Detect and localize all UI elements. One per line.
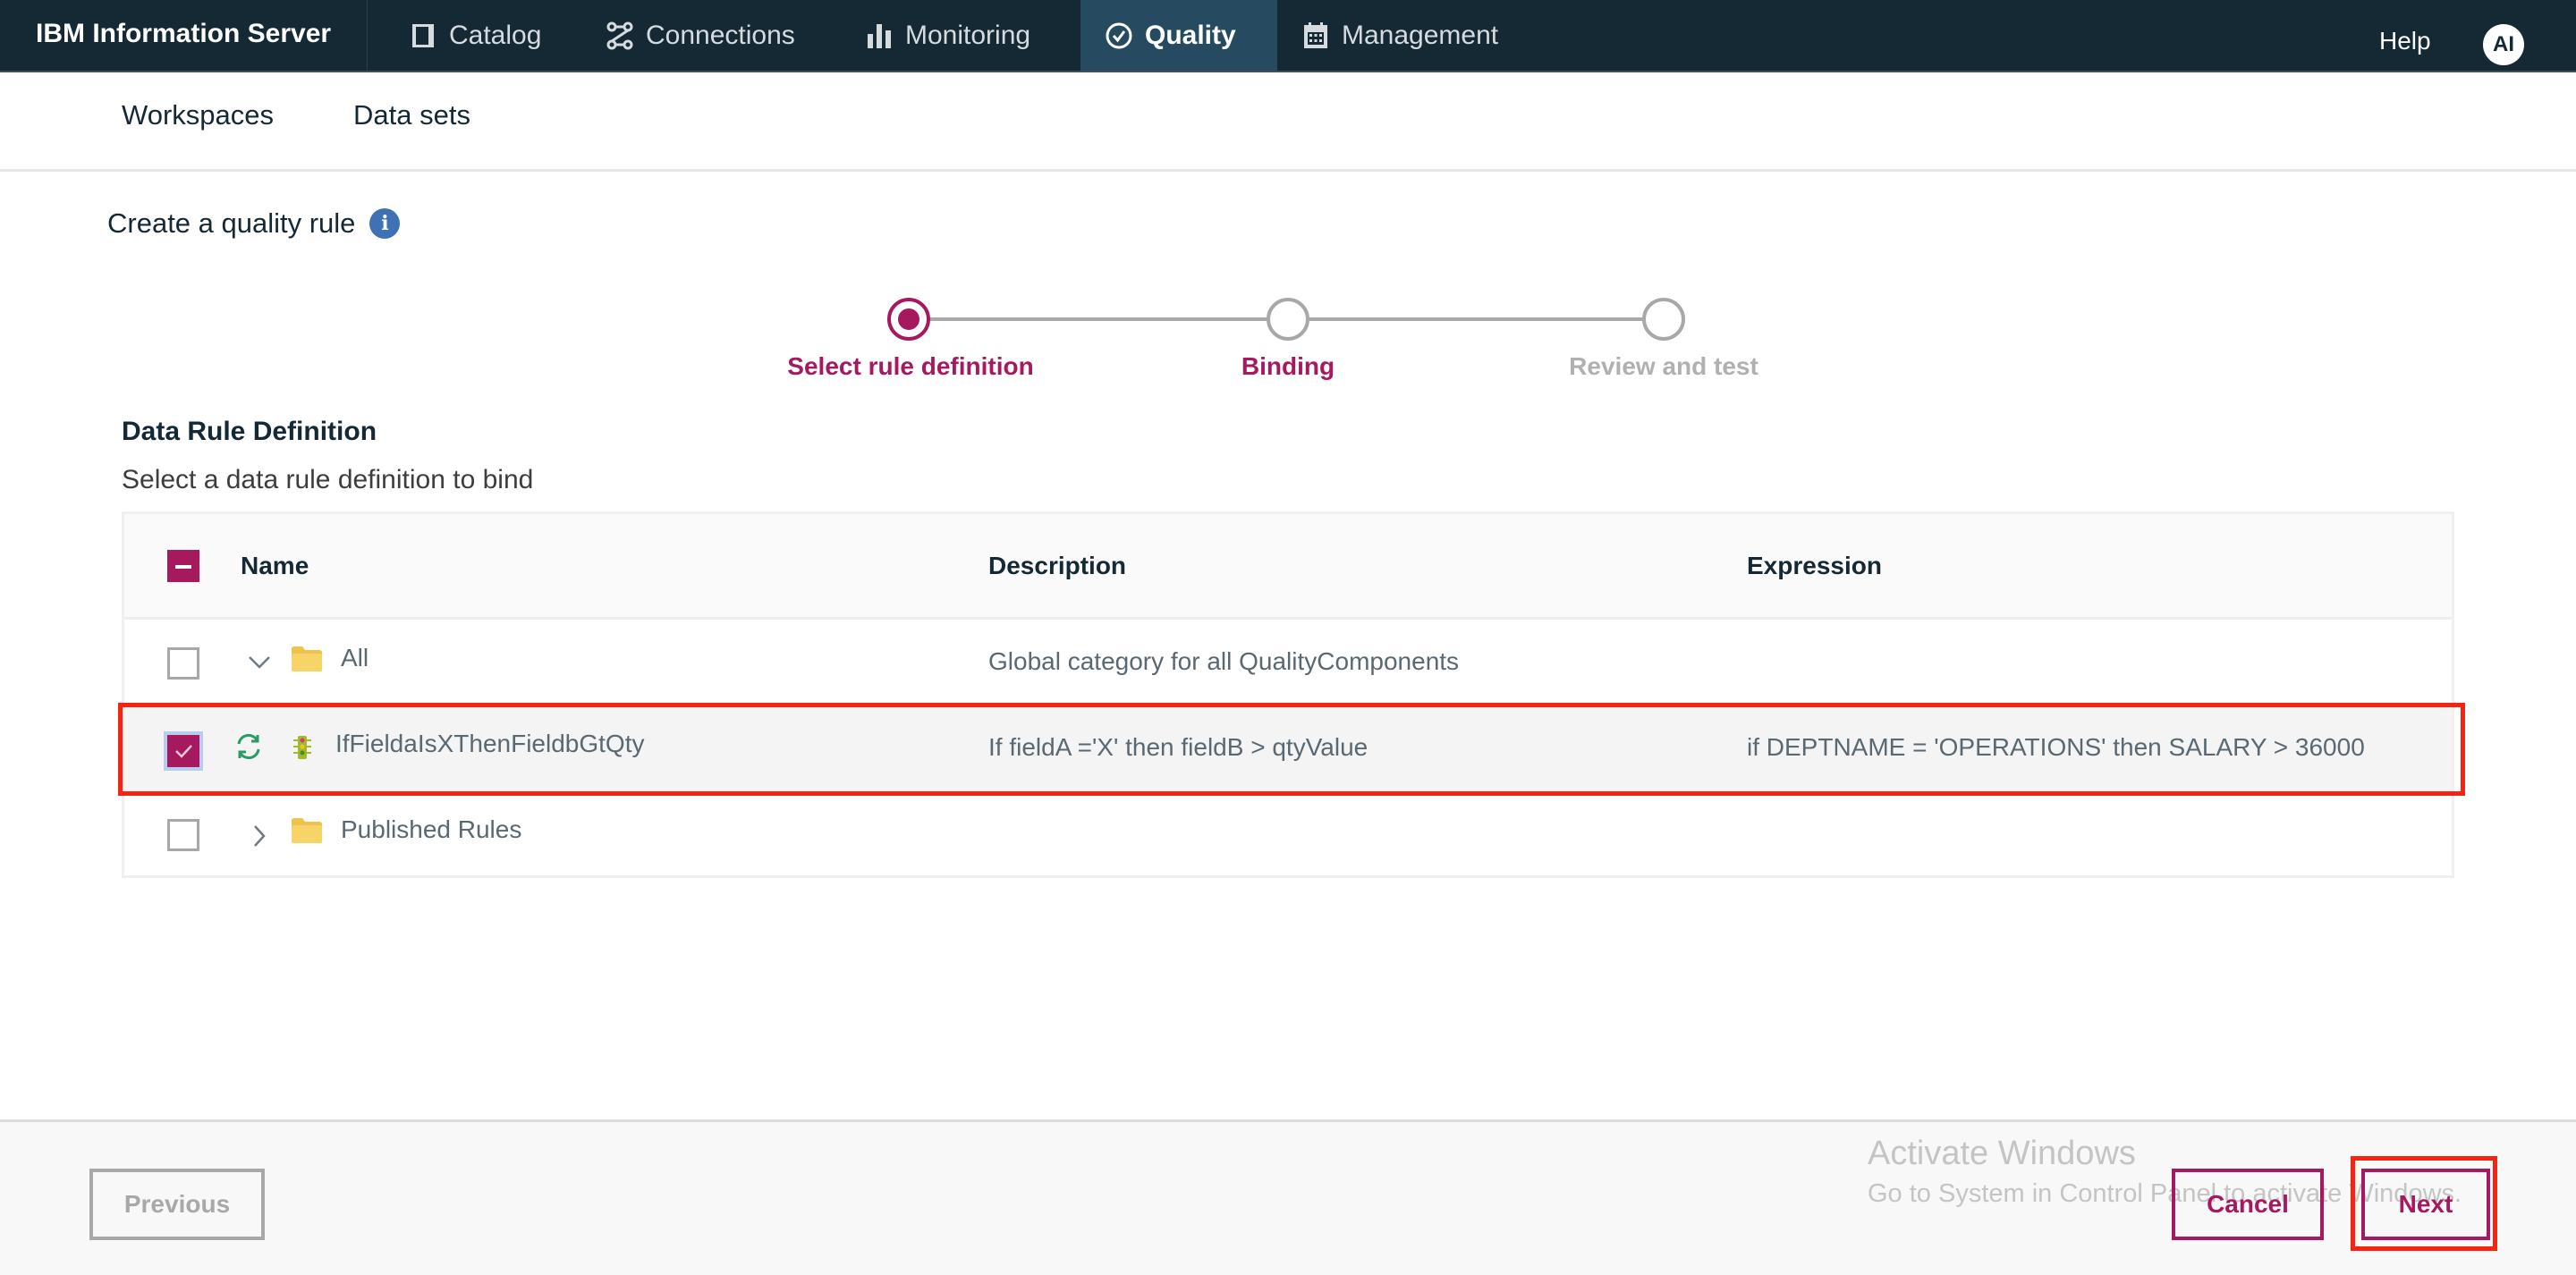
step-label-review: Review and test [1569,352,1758,380]
page-title-text: Create a quality rule [107,207,356,239]
refresh-icon[interactable] [233,731,264,766]
nav-connections[interactable]: Connections [605,0,795,71]
subnav-workspaces[interactable]: Workspaces [122,99,274,131]
select-all-checkbox[interactable] [167,550,199,582]
info-icon[interactable]: i [369,208,401,239]
book-icon [408,21,438,51]
row-description: If fieldA ='X' then fieldB > qtyValue [988,733,1368,761]
bar-chart-icon [864,21,894,51]
table-row-selected[interactable]: IfFieldaIsXThenFieldbGtQty If fieldA ='X… [124,708,2452,794]
row-checkbox[interactable] [167,819,199,851]
nav-catalog[interactable]: Catalog [408,0,541,71]
column-header-expression[interactable]: Expression [1747,552,1882,580]
progress-stepper: Select rule definition Binding Review an… [0,295,2576,393]
nav-monitoring[interactable]: Monitoring [864,0,1030,71]
table-row[interactable]: Published Rules [124,794,2452,880]
nav-management[interactable]: Management [1301,0,1498,71]
traffic-light-icon [292,735,312,764]
wizard-footer: Activate Windows Go to System in Control… [0,1119,2576,1275]
step-label-binding[interactable]: Binding [1241,352,1335,381]
cancel-button[interactable]: Cancel [2172,1169,2324,1240]
step-label-select-rule[interactable]: Select rule definition [787,352,1033,381]
user-avatar[interactable]: AI [2483,24,2524,65]
row-checkbox-checked[interactable] [164,731,203,771]
subnav-data-sets[interactable]: Data sets [353,99,470,131]
app-brand[interactable]: IBM Information Server [36,0,369,71]
folder-icon [291,646,323,672]
rule-definition-table: Name Description Expression All Global c… [122,511,2454,878]
row-description: Global category for all QualityComponent… [988,647,1460,675]
secondary-navigation: Workspaces Data sets [0,72,2576,172]
step-indicator [1642,298,1685,341]
nav-label: Quality [1145,20,1236,50]
row-name: Published Rules [341,815,522,843]
row-name: All [341,644,369,671]
chevron-down-icon[interactable] [246,649,273,676]
table-header: Name Description Expression [124,514,2452,620]
column-header-name[interactable]: Name [241,552,309,580]
column-header-description[interactable]: Description [988,552,1126,580]
activate-windows-title: Activate Windows [1868,1135,2136,1172]
row-name: IfFieldaIsXThenFieldbGtQty [335,730,645,757]
top-navigation-bar: IBM Information Server Catalog Connectio… [0,0,2576,72]
previous-button[interactable]: Previous [89,1169,265,1240]
section-title: Data Rule Definition [122,417,377,446]
calendar-icon [1301,21,1331,51]
section-subtitle: Select a data rule definition to bind [122,465,534,494]
nav-label: Management [1342,20,1499,50]
nav-label: Monitoring [905,20,1031,50]
row-expression: if DEPTNAME = 'OPERATIONS' then SALARY >… [1747,733,2365,761]
step-indicator [1267,298,1309,341]
stepper-connector [930,317,1288,321]
table-row[interactable]: All Global category for all QualityCompo… [124,622,2452,708]
stepper-connector [1309,317,1665,321]
page-title: Create a quality rule i [107,207,401,240]
nav-label: Catalog [449,20,542,50]
help-link[interactable]: Help [2379,27,2431,55]
nav-quality[interactable]: Quality [1080,0,1277,71]
folder-icon [291,817,323,844]
next-button[interactable]: Next [2361,1169,2490,1240]
chevron-right-icon[interactable] [246,823,273,849]
check-circle-icon [1104,21,1134,51]
step-indicator-current [887,298,930,341]
row-checkbox[interactable] [167,647,199,680]
nav-label: Connections [646,20,795,50]
connections-icon [605,21,635,51]
